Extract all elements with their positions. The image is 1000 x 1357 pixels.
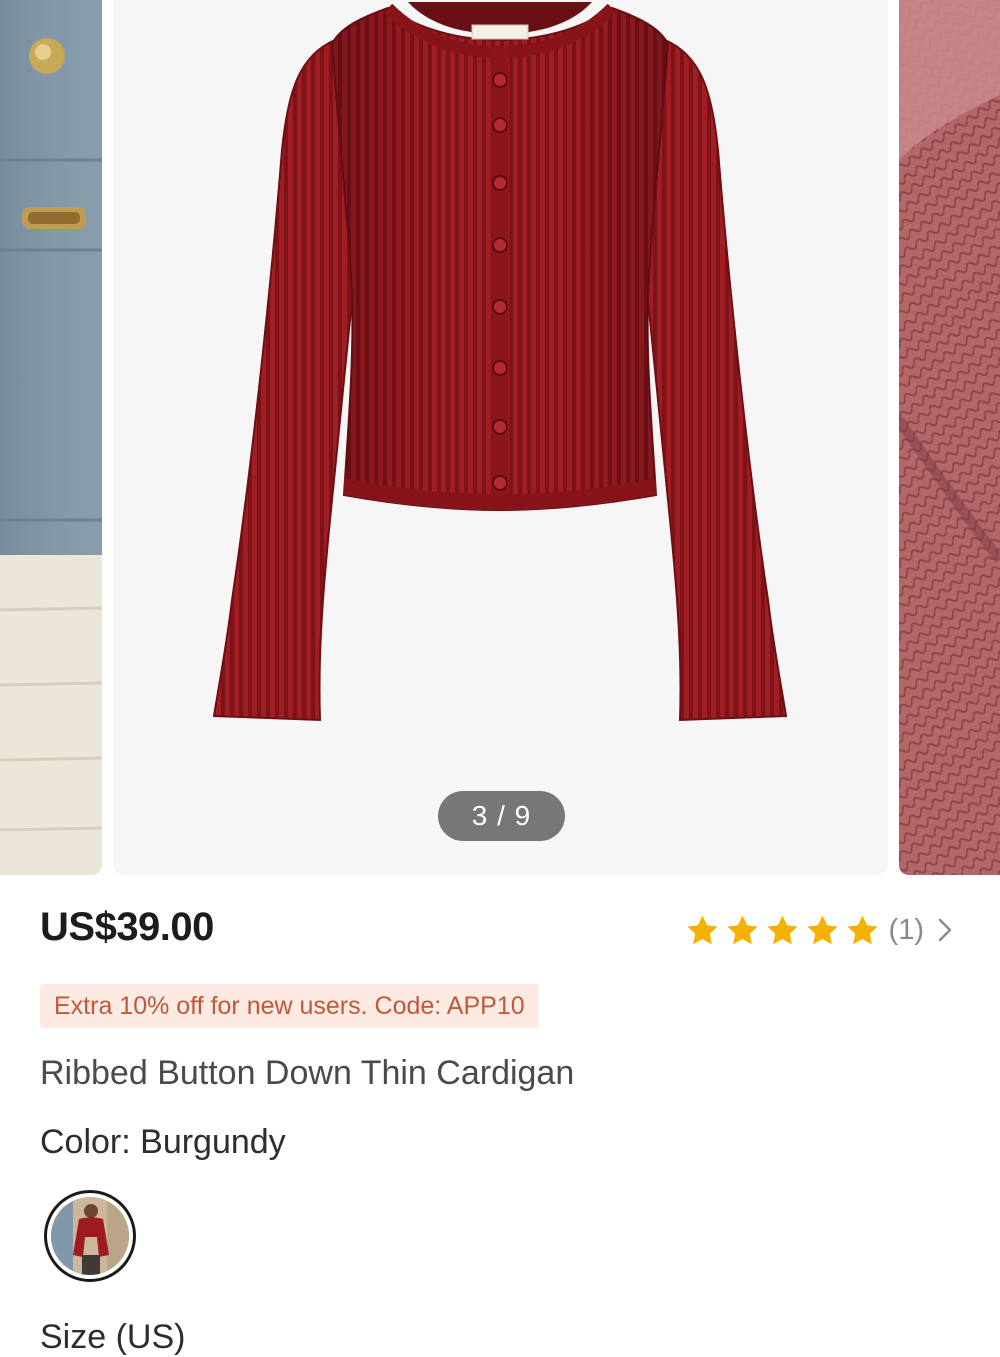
rating-reviews-link[interactable]: (1) xyxy=(685,908,954,952)
star-icon xyxy=(807,915,838,944)
carousel-prev-slide[interactable] xyxy=(0,0,102,875)
chevron-right-icon xyxy=(938,918,952,942)
star-icon xyxy=(687,915,718,944)
color-swatch-burgundy[interactable] xyxy=(44,1190,136,1282)
next-slide-image xyxy=(899,0,1000,875)
promo-banner: Extra 10% off for new users. Code: APP10 xyxy=(40,984,539,1028)
prev-slide-image xyxy=(0,0,102,875)
product-image xyxy=(212,2,788,722)
carousel-main-slide[interactable] xyxy=(113,0,888,875)
star-icon xyxy=(727,915,758,944)
size-label: Size (US) xyxy=(40,1318,186,1356)
color-label: Color: Burgundy xyxy=(40,1123,286,1161)
image-carousel[interactable]: 3 / 9 xyxy=(0,0,1000,878)
star-rating xyxy=(685,913,880,948)
star-icon xyxy=(847,915,878,944)
review-count: (1) xyxy=(888,913,924,946)
product-title: Ribbed Button Down Thin Cardigan xyxy=(40,1054,575,1092)
carousel-page-indicator: 3 / 9 xyxy=(438,791,565,841)
star-icon xyxy=(767,915,798,944)
swatch-thumbnail xyxy=(51,1197,129,1275)
swatch-image xyxy=(51,1197,129,1275)
product-price: US$39.00 xyxy=(40,905,214,949)
carousel-next-slide[interactable] xyxy=(899,0,1000,875)
